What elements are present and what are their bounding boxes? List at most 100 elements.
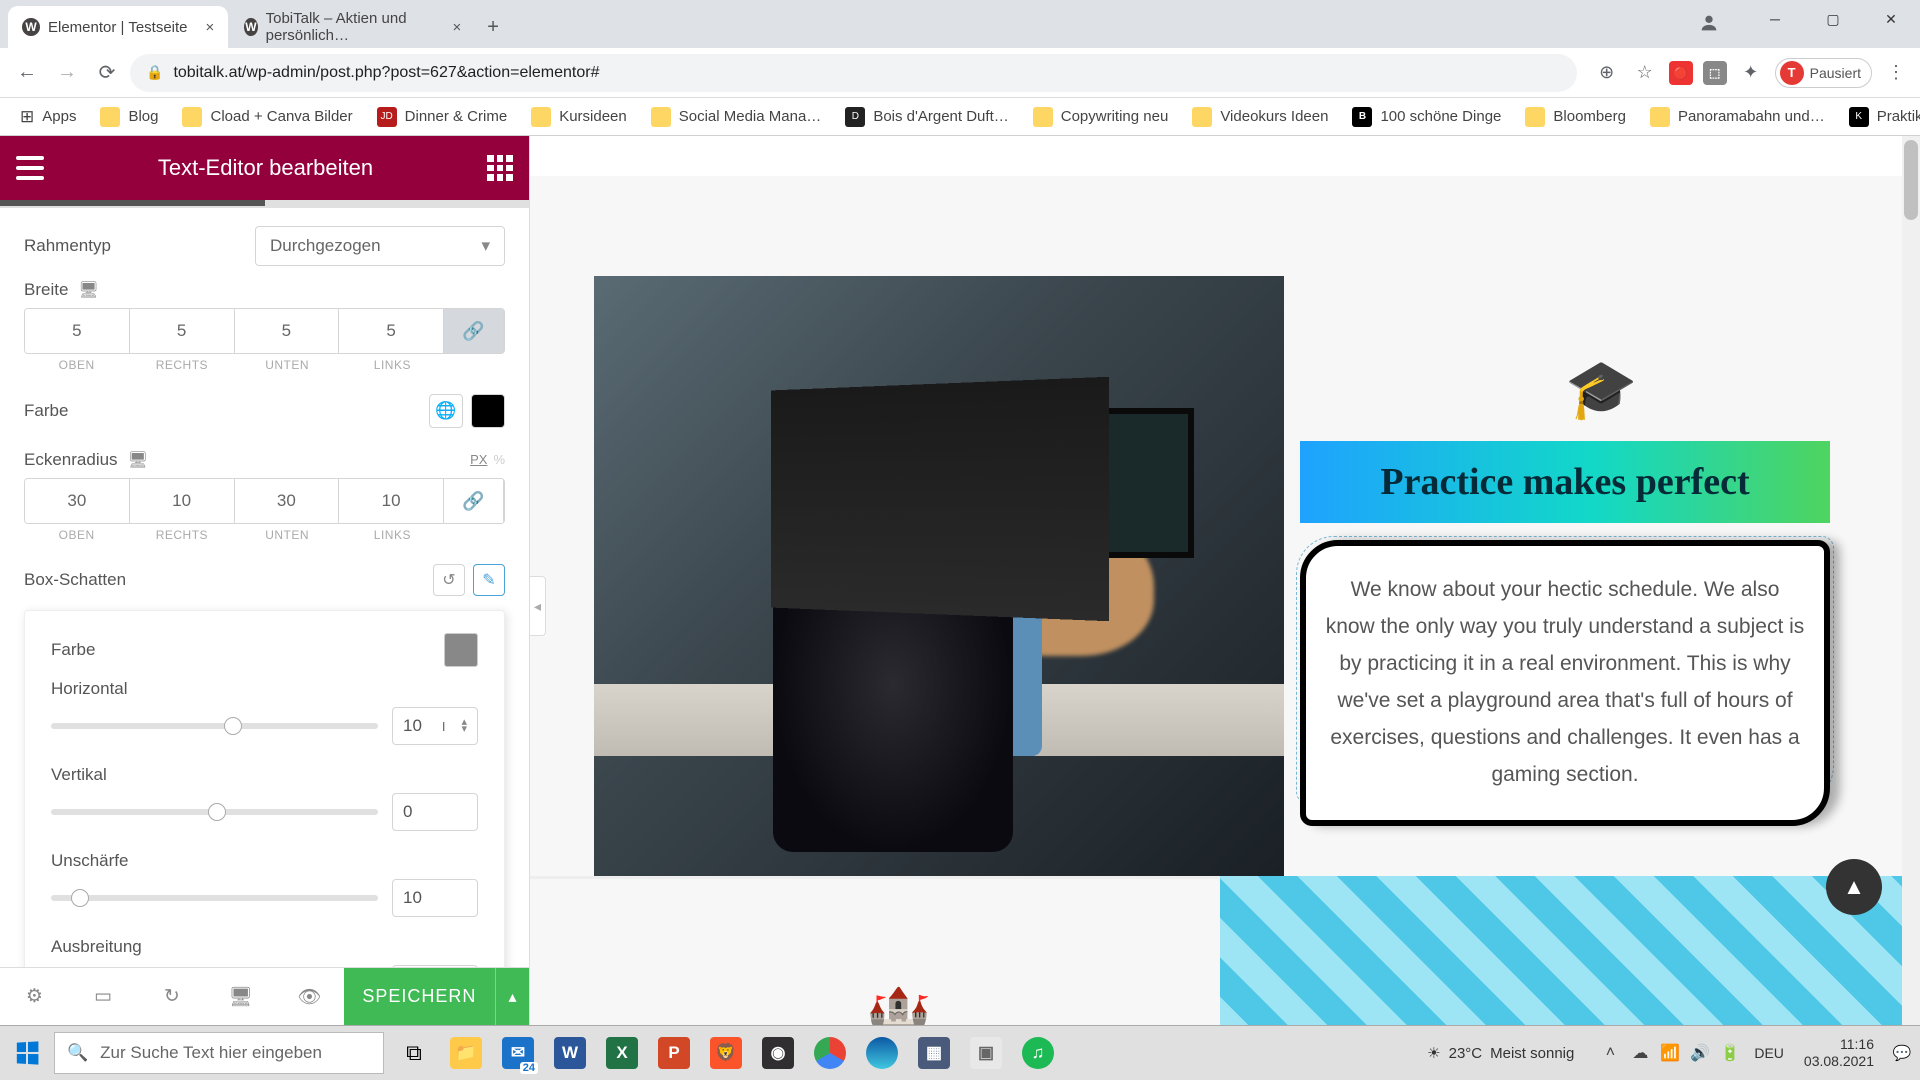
close-icon[interactable]: × xyxy=(206,19,215,36)
chrome-icon[interactable] xyxy=(804,1026,856,1080)
global-color-button[interactable]: 🌐 xyxy=(429,394,463,428)
bookmarks-bar: ⊞Apps Blog Cload + Canva Bilder JDDinner… xyxy=(0,98,1920,136)
tray-chevron-icon[interactable]: ˄ xyxy=(1598,1044,1622,1062)
vertikal-slider[interactable] xyxy=(51,809,378,815)
edit-shadow-icon[interactable]: ✎ xyxy=(473,564,505,596)
powerpoint-icon[interactable]: P xyxy=(648,1026,700,1080)
unit-px[interactable]: PX xyxy=(470,452,487,467)
language-indicator[interactable]: DEU xyxy=(1754,1045,1784,1061)
bookmark-100schoene[interactable]: B100 schöne Dinge xyxy=(1342,103,1511,131)
vertikal-input[interactable]: 0 xyxy=(392,793,478,831)
file-explorer-icon[interactable]: 📁 xyxy=(440,1026,492,1080)
scrollbar[interactable] xyxy=(1902,136,1920,1025)
forward-button[interactable]: → xyxy=(50,56,84,90)
breite-rechts-input[interactable]: 5 xyxy=(130,309,235,353)
unschaerfe-input[interactable]: 10 xyxy=(392,879,478,917)
history-icon[interactable]: ↻ xyxy=(138,968,207,1025)
breite-unten-input[interactable]: 5 xyxy=(235,309,340,353)
ecken-rechts-input[interactable]: 10 xyxy=(130,479,235,523)
apps-shortcut[interactable]: ⊞Apps xyxy=(10,103,86,131)
ecken-unten-input[interactable]: 30 xyxy=(235,479,340,523)
maximize-button[interactable]: ▢ xyxy=(1804,0,1862,38)
bookmark-bloomberg[interactable]: Bloomberg xyxy=(1515,103,1636,131)
mail-icon[interactable]: ✉24 xyxy=(492,1026,544,1080)
taskbar-search[interactable]: 🔍 Zur Suche Text hier eingeben xyxy=(54,1032,384,1074)
bookmark-panorama[interactable]: Panoramabahn und… xyxy=(1640,103,1835,131)
horizontal-input[interactable]: 10I▴▾ xyxy=(392,707,478,745)
bookmark-videokurs[interactable]: Videokurs Ideen xyxy=(1182,103,1338,131)
responsive-icon[interactable]: 🖥 xyxy=(78,280,98,300)
zoom-icon[interactable]: ⊕ xyxy=(1593,59,1621,87)
app-icon-1[interactable]: ▦ xyxy=(908,1026,960,1080)
task-view-icon[interactable]: ⧉ xyxy=(388,1026,440,1080)
word-icon[interactable]: W xyxy=(544,1026,596,1080)
tab-tobitalk[interactable]: W TobiTalk – Aktien und persönlich… × xyxy=(230,6,475,48)
stepper-icon[interactable]: ▴▾ xyxy=(461,719,467,733)
extension-icon-2[interactable]: ⬚ xyxy=(1703,61,1727,85)
responsive-mode-icon[interactable]: 🖥 xyxy=(206,968,275,1025)
save-options-button[interactable]: ▴ xyxy=(495,968,529,1025)
bookmark-bois[interactable]: DBois d'Argent Duft… xyxy=(835,103,1018,131)
responsive-icon[interactable]: 🖥 xyxy=(128,450,148,470)
spotify-icon[interactable]: ♫ xyxy=(1012,1026,1064,1080)
link-values-button[interactable]: 🔗 xyxy=(444,309,504,353)
bookmark-blog[interactable]: Blog xyxy=(90,103,168,131)
hamburger-icon[interactable] xyxy=(16,156,44,180)
bookmark-praktikum-pm[interactable]: KPraktikum Projektm… xyxy=(1839,103,1920,131)
bookmark-cload[interactable]: Cload + Canva Bilder xyxy=(172,103,362,131)
excel-icon[interactable]: X xyxy=(596,1026,648,1080)
bookmark-copywriting[interactable]: Copywriting neu xyxy=(1023,103,1179,131)
headline-widget[interactable]: Practice makes perfect xyxy=(1300,441,1830,523)
close-button[interactable]: ✕ xyxy=(1862,0,1920,38)
bookmark-kursideen[interactable]: Kursideen xyxy=(521,103,637,131)
ecken-oben-input[interactable]: 30 xyxy=(25,479,130,523)
bookmark-dinner[interactable]: JDDinner & Crime xyxy=(367,103,518,131)
breite-links-input[interactable]: 5 xyxy=(339,309,444,353)
url-input[interactable]: 🔒 tobitalk.at/wp-admin/post.php?post=627… xyxy=(130,54,1577,92)
volume-icon[interactable]: 🔊 xyxy=(1688,1043,1712,1063)
notifications-icon[interactable]: 💬 xyxy=(1888,1039,1916,1067)
star-icon[interactable]: ☆ xyxy=(1631,59,1659,87)
brave-icon[interactable]: 🦁 xyxy=(700,1026,752,1080)
edge-icon[interactable] xyxy=(856,1026,908,1080)
back-button[interactable]: ← xyxy=(10,56,44,90)
onedrive-icon[interactable]: ☁ xyxy=(1628,1043,1652,1063)
farbe-label: Farbe xyxy=(24,401,68,421)
close-icon[interactable]: × xyxy=(453,19,462,36)
save-button[interactable]: SPEICHERN xyxy=(344,968,495,1025)
navigator-icon[interactable]: ▭ xyxy=(69,968,138,1025)
horizontal-slider[interactable] xyxy=(51,723,378,729)
ecken-links-input[interactable]: 10 xyxy=(339,479,444,523)
preview-icon[interactable]: 👁 xyxy=(275,968,344,1025)
tab-elementor[interactable]: W Elementor | Testseite × xyxy=(8,6,228,48)
battery-icon[interactable]: 🔋 xyxy=(1718,1043,1742,1063)
obs-icon[interactable]: ◉ xyxy=(752,1026,804,1080)
profile-paused-button[interactable]: T Pausiert xyxy=(1775,58,1872,88)
link-values-button[interactable]: 🔗 xyxy=(444,479,504,523)
start-button[interactable] xyxy=(0,1026,54,1080)
new-tab-button[interactable]: + xyxy=(477,6,509,48)
app-icon-2[interactable]: ▣ xyxy=(960,1026,1012,1080)
extension-icon-1[interactable]: 🔴 xyxy=(1669,61,1693,85)
rahmentyp-select[interactable]: Durchgezogen ▾ xyxy=(255,226,505,266)
extensions-icon[interactable]: ✦ xyxy=(1737,59,1765,87)
unit-percent[interactable]: % xyxy=(493,452,505,467)
unschaerfe-slider[interactable] xyxy=(51,895,378,901)
shadow-color-swatch[interactable] xyxy=(444,633,478,667)
scroll-to-top-button[interactable]: ▲ xyxy=(1826,859,1882,915)
minimize-button[interactable]: ─ xyxy=(1746,0,1804,38)
menu-icon[interactable]: ⋮ xyxy=(1882,59,1910,87)
clock[interactable]: 11:16 03.08.2021 xyxy=(1796,1036,1882,1071)
reload-button[interactable]: ⟳ xyxy=(90,56,124,90)
settings-icon[interactable]: ⚙ xyxy=(0,968,69,1025)
weather-widget[interactable]: ☀ 23°C Meist sonnig xyxy=(1427,1044,1574,1062)
reset-icon[interactable]: ↺ xyxy=(433,564,465,596)
text-editor-widget[interactable]: We know about your hectic schedule. We a… xyxy=(1300,540,1830,826)
collapse-panel-handle[interactable]: ◂ xyxy=(530,576,546,636)
wifi-icon[interactable]: 📶 xyxy=(1658,1043,1682,1063)
color-swatch[interactable] xyxy=(471,394,505,428)
bookmark-social[interactable]: Social Media Mana… xyxy=(641,103,832,131)
breite-oben-input[interactable]: 5 xyxy=(25,309,130,353)
account-icon[interactable] xyxy=(1698,12,1720,34)
widgets-grid-icon[interactable] xyxy=(487,155,513,181)
